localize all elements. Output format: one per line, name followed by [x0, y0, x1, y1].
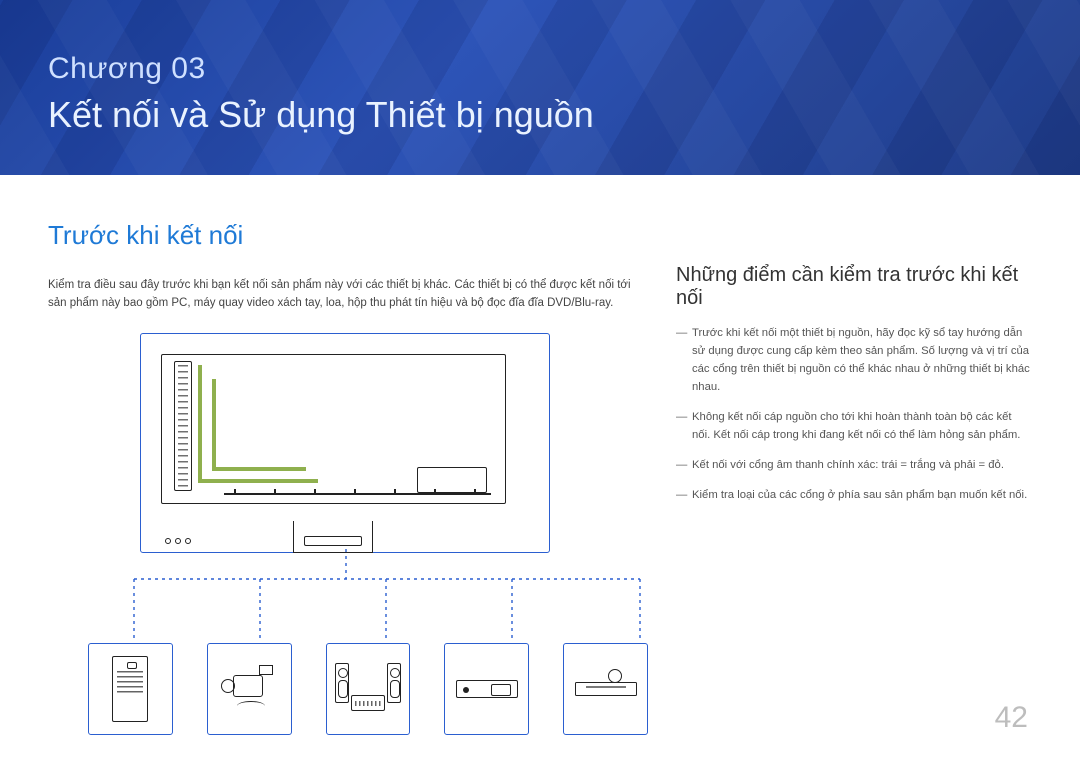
device-set-top-box — [444, 643, 529, 735]
device-pc-tower — [88, 643, 173, 735]
set-top-box-icon — [456, 680, 518, 698]
connection-diagram — [48, 333, 648, 735]
dvd-player-icon — [575, 682, 637, 696]
checkpoint-item: Không kết nối cáp nguồn cho tới khi hoàn… — [676, 408, 1032, 444]
camcorder-icon — [219, 667, 279, 711]
speakers-icon — [333, 659, 403, 719]
page-number: 42 — [995, 701, 1028, 735]
checkpoint-item: Kết nối với cổng âm thanh chính xác: trá… — [676, 456, 1032, 474]
device-dvd-bluray — [563, 643, 648, 735]
connection-lines — [68, 549, 688, 649]
chapter-title: Kết nối và Sử dụng Thiết bị nguồn — [48, 94, 1080, 136]
checkpoint-item: Trước khi kết nối một thiết bị nguồn, hã… — [676, 324, 1032, 396]
chapter-hero: Chương 03 Kết nối và Sử dụng Thiết bị ng… — [0, 0, 1080, 175]
section-heading-before-connecting: Trước khi kết nối — [48, 220, 648, 251]
device-camcorder — [207, 643, 292, 735]
device-speaker-system — [326, 643, 411, 735]
checkpoints-list: Trước khi kết nối một thiết bị nguồn, hã… — [676, 324, 1032, 505]
display-back-panel — [140, 333, 550, 553]
section-body: Kiểm tra điều sau đây trước khi bạn kết … — [48, 277, 648, 313]
checkpoints-heading: Những điểm cần kiểm tra trước khi kết nố… — [676, 264, 1032, 310]
pc-icon — [112, 656, 148, 722]
chapter-label: Chương 03 — [48, 52, 1080, 86]
checkpoint-item: Kiểm tra loại của các cổng ở phía sau sả… — [676, 486, 1032, 504]
